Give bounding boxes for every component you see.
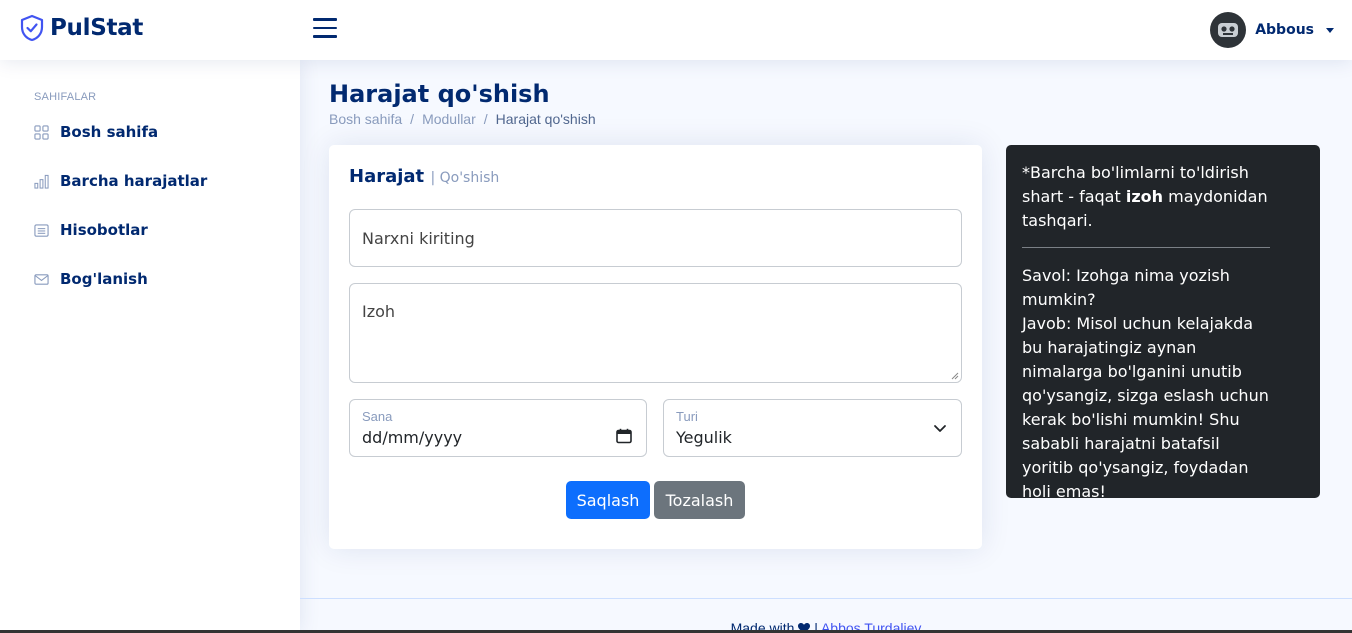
- profile-menu[interactable]: Abbous: [1210, 12, 1334, 48]
- save-button[interactable]: Saqlash: [566, 481, 650, 519]
- card-title: Harajat | Qo'shish: [349, 166, 499, 187]
- info-requirement: *Barcha bo'limlarni to'ldirish shart - f…: [1022, 161, 1272, 233]
- calendar-icon[interactable]: [616, 428, 632, 444]
- list-card-icon: [34, 223, 49, 237]
- resize-grip-icon[interactable]: [951, 372, 959, 380]
- sidebar-item-label: Barcha harajatlar: [60, 172, 208, 190]
- breadcrumb-current: Harajat qo'shish: [495, 111, 596, 127]
- chevron-down-icon: [934, 425, 946, 432]
- top-header: PulStat Abbous: [0, 0, 1352, 60]
- type-select[interactable]: Turi Yegulik: [663, 399, 962, 457]
- info-bold-word: izoh: [1125, 187, 1164, 206]
- sidebar-item-label: Bosh sahifa: [60, 123, 159, 141]
- breadcrumb-separator: /: [410, 111, 415, 127]
- sidebar-item-all-expenses[interactable]: Barcha harajatlar: [34, 172, 207, 190]
- brand-logo[interactable]: PulStat: [20, 14, 143, 42]
- date-value[interactable]: dd/mm/yyyy: [362, 428, 462, 447]
- info-divider: [1022, 247, 1270, 248]
- breadcrumb-modules[interactable]: Modullar: [422, 111, 476, 127]
- date-label: Sana: [362, 409, 393, 424]
- sidebar-item-label: Hisobotlar: [60, 221, 148, 239]
- sidebar-item-label: Bog'lanish: [60, 270, 148, 288]
- expense-form-card: Harajat | Qo'shish Sana dd/mm/yyyy T: [329, 145, 982, 549]
- footer-divider: [300, 598, 1352, 599]
- breadcrumb: Bosh sahifa / Modullar / Harajat qo'shis…: [329, 111, 596, 127]
- envelope-icon: [34, 273, 49, 285]
- sidebar-heading: SAHIFALAR: [34, 91, 97, 103]
- page-title: Harajat qo'shish: [329, 80, 550, 108]
- sidebar-item-home[interactable]: Bosh sahifa: [34, 123, 158, 141]
- type-value: Yegulik: [676, 428, 732, 447]
- date-field[interactable]: Sana dd/mm/yyyy: [349, 399, 647, 457]
- shield-check-icon: [20, 14, 44, 42]
- grid-icon: [34, 124, 49, 140]
- main-content: Harajat qo'shish Bosh sahifa / Modullar …: [300, 60, 1352, 633]
- type-label: Turi: [676, 409, 698, 424]
- info-panel: *Barcha bo'limlarni to'ldirish shart - f…: [1006, 145, 1320, 501]
- bar-chart-icon: [34, 174, 49, 189]
- clear-button[interactable]: Tozalash: [654, 481, 745, 519]
- sidebar: SAHIFALAR Bosh sahifa Barcha harajatlar …: [0, 60, 300, 633]
- info-answer: Javob: Misol uchun kelajakda bu harajati…: [1022, 314, 1269, 501]
- breadcrumb-home[interactable]: Bosh sahifa: [329, 111, 402, 127]
- sidebar-item-contact[interactable]: Bog'lanish: [34, 270, 148, 288]
- hamburger-icon[interactable]: [313, 18, 337, 40]
- price-input[interactable]: [350, 210, 961, 266]
- price-field: [349, 209, 962, 267]
- note-field: [349, 283, 962, 383]
- note-textarea[interactable]: [350, 284, 961, 382]
- info-question: Savol: Izohga nima yozish mumkin?: [1022, 266, 1230, 309]
- caret-down-icon: [1326, 27, 1334, 33]
- card-title-main: Harajat: [349, 166, 425, 187]
- robot-avatar-icon: [1218, 23, 1239, 37]
- card-subtitle: | Qo'shish: [430, 170, 500, 186]
- avatar: [1210, 12, 1247, 48]
- brand-name: PulStat: [50, 15, 144, 41]
- breadcrumb-separator: /: [483, 111, 488, 127]
- user-name: Abbous: [1255, 22, 1314, 38]
- sidebar-item-reports[interactable]: Hisobotlar: [34, 221, 148, 239]
